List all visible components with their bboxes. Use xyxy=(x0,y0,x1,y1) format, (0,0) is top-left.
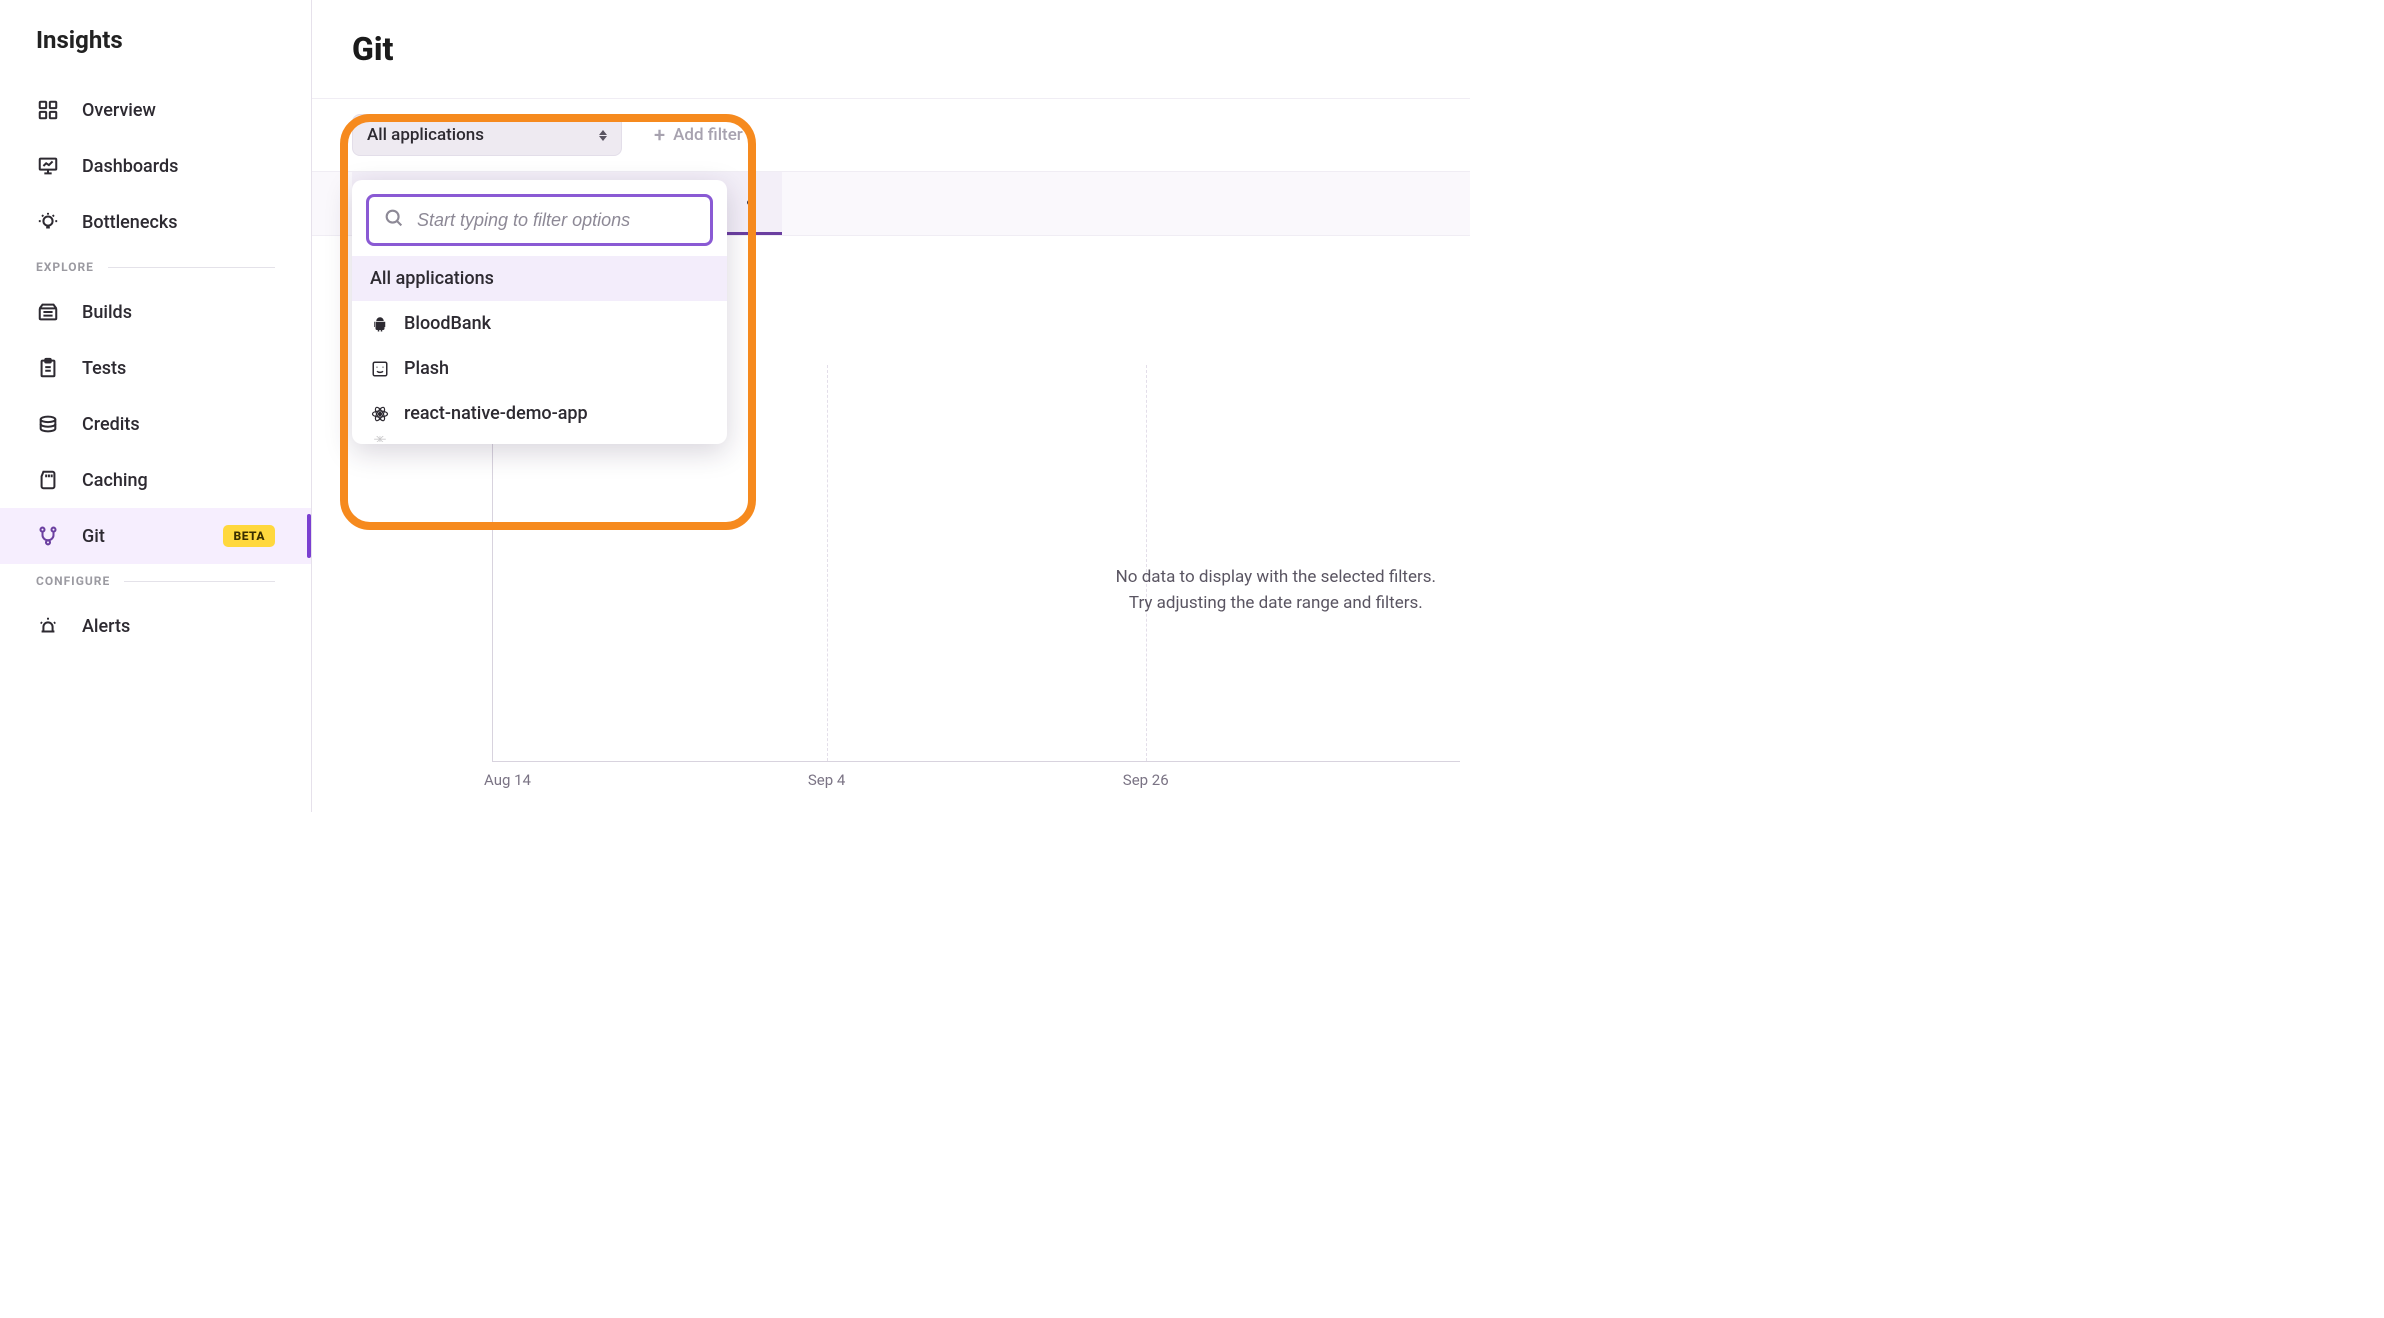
chart-empty-state: No data to display with the selected fil… xyxy=(1116,565,1436,616)
dropdown-search-input[interactable] xyxy=(417,210,696,231)
grid-icon xyxy=(36,98,60,122)
main-content: Git All applications + Add filter y Aug … xyxy=(312,0,1470,812)
chart-gridline xyxy=(827,365,828,761)
chart-x-tick: Sep 26 xyxy=(1123,771,1169,789)
chevron-updown-icon xyxy=(599,130,607,141)
presentation-icon xyxy=(36,154,60,178)
finder-icon xyxy=(370,359,390,379)
dropdown-option-all-applications[interactable]: All applications xyxy=(352,256,727,301)
dropdown-option-plash[interactable]: Plash xyxy=(352,346,727,391)
section-header-configure: CONFIGURE xyxy=(0,564,311,598)
builds-icon xyxy=(36,300,60,324)
chart-gridline xyxy=(1146,365,1147,761)
sidebar-item-label: Builds xyxy=(82,302,132,323)
android-icon xyxy=(370,314,390,334)
sidebar-item-caching[interactable]: Caching xyxy=(0,452,311,508)
chart-x-tick: Sep 4 xyxy=(808,771,845,789)
dropdown-option-label: react-native-demo-app xyxy=(404,403,588,424)
react-icon: ✳ xyxy=(370,436,390,442)
sidebar: Insights Overview Dashboards Bottlenecks… xyxy=(0,0,312,812)
git-branch-icon xyxy=(36,524,60,548)
sidebar-item-builds[interactable]: Builds xyxy=(0,284,311,340)
react-icon xyxy=(370,404,390,424)
add-filter-label: Add filter xyxy=(673,125,743,145)
siren-icon xyxy=(36,614,60,638)
sidebar-item-label: Tests xyxy=(82,358,126,379)
applications-filter-dropdown[interactable]: All applications xyxy=(352,114,622,156)
dropdown-option-react-native-demo-app[interactable]: react-native-demo-app xyxy=(352,391,727,436)
add-filter-button[interactable]: + Add filter xyxy=(654,125,743,145)
section-header-explore: EXPLORE xyxy=(0,250,311,284)
sidebar-item-overview[interactable]: Overview xyxy=(0,82,311,138)
sidebar-item-label: Credits xyxy=(82,414,140,435)
lightbulb-icon xyxy=(36,210,60,234)
filter-dropdown-label: All applications xyxy=(367,125,484,145)
sidebar-item-label: Caching xyxy=(82,470,148,491)
sidebar-title: Insights xyxy=(0,18,311,82)
dot-indicator-icon xyxy=(747,200,752,205)
sidebar-item-alerts[interactable]: Alerts xyxy=(0,598,311,654)
coins-icon xyxy=(36,412,60,436)
sidebar-item-bottlenecks[interactable]: Bottlenecks xyxy=(0,194,311,250)
chart-x-tick: Aug 14 xyxy=(484,771,531,789)
sd-card-icon xyxy=(36,468,60,492)
dropdown-option-label: Plash xyxy=(404,358,449,379)
dropdown-option-label: BloodBank xyxy=(404,313,491,334)
sidebar-item-label: Alerts xyxy=(82,616,130,637)
plus-icon: + xyxy=(654,125,665,145)
filter-bar: All applications + Add filter xyxy=(312,98,1470,172)
dropdown-option-label: All applications xyxy=(370,268,494,289)
sidebar-item-git[interactable]: Git BETA xyxy=(0,508,311,564)
search-icon xyxy=(383,207,405,233)
dropdown-search-field[interactable] xyxy=(366,194,713,246)
sidebar-item-credits[interactable]: Credits xyxy=(0,396,311,452)
sidebar-item-label: Overview xyxy=(82,100,156,121)
clipboard-icon xyxy=(36,356,60,380)
dropdown-option-partial[interactable]: ✳ … xyxy=(352,436,727,442)
sidebar-item-tests[interactable]: Tests xyxy=(0,340,311,396)
dropdown-option-bloodbank[interactable]: BloodBank xyxy=(352,301,727,346)
beta-badge: BETA xyxy=(223,525,275,547)
sidebar-item-dashboards[interactable]: Dashboards xyxy=(0,138,311,194)
page-title: Git xyxy=(312,0,1470,98)
applications-dropdown-panel: All applications BloodBank Plash react-n… xyxy=(352,180,727,444)
sidebar-item-label: Git xyxy=(82,526,105,547)
dropdown-search-wrap xyxy=(352,180,727,256)
sidebar-item-label: Dashboards xyxy=(82,156,178,177)
sidebar-item-label: Bottlenecks xyxy=(82,212,178,233)
